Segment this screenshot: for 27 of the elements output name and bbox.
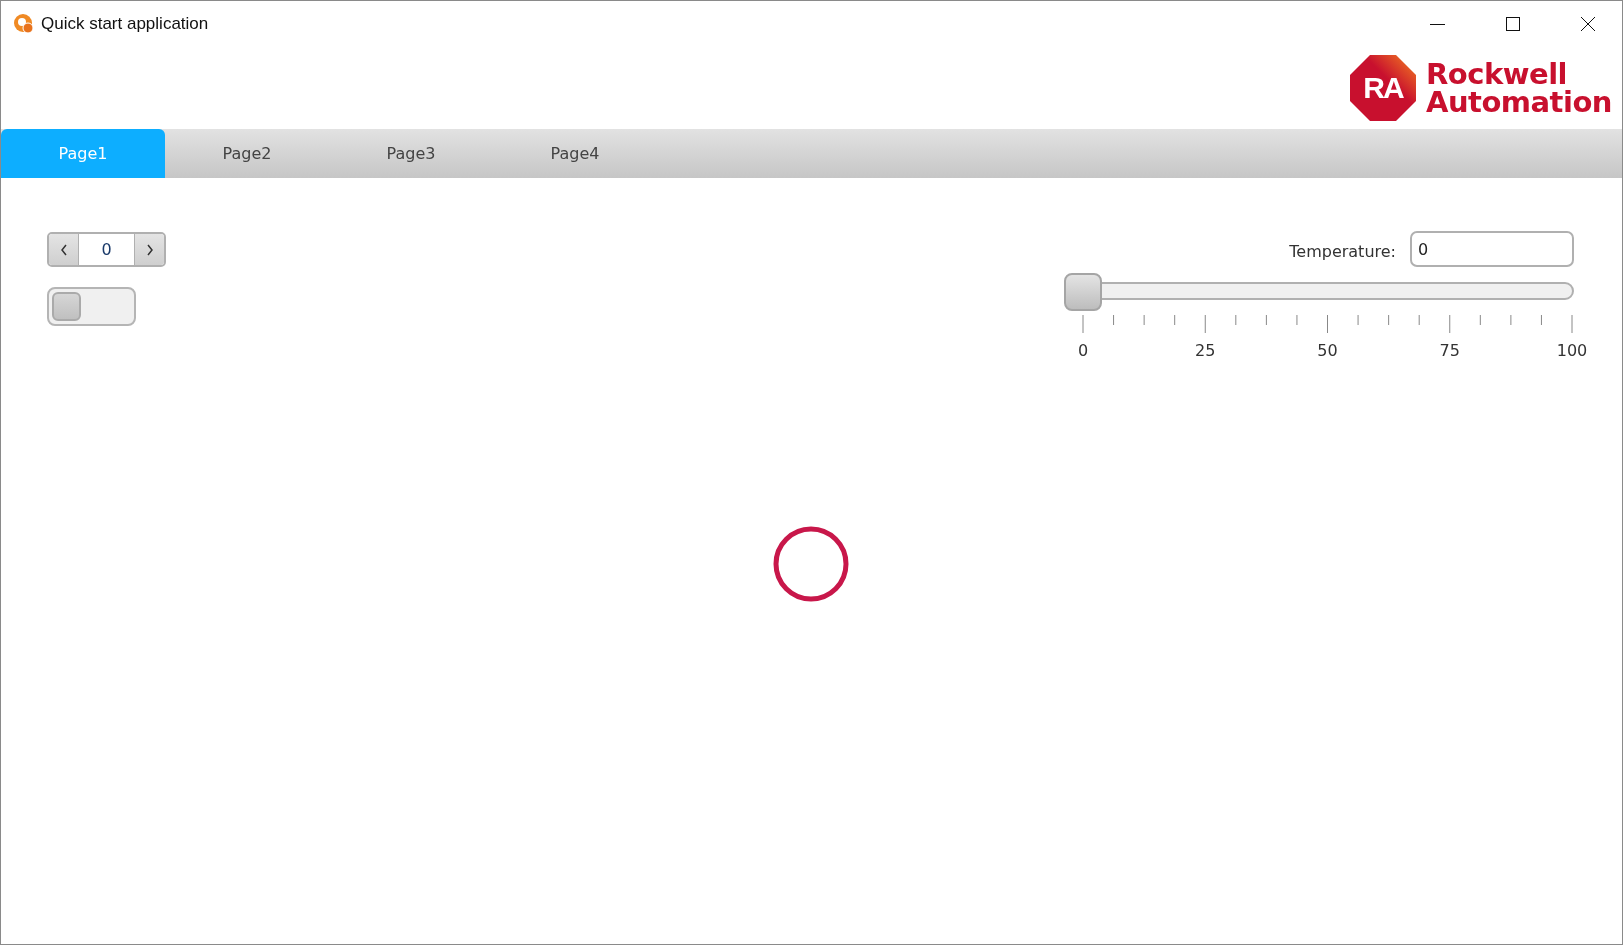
page-tab[interactable]: Page3 — [329, 129, 493, 178]
chevron-left-icon — [58, 242, 69, 257]
tick-label: 75 — [1439, 341, 1460, 360]
close-icon — [1579, 16, 1596, 32]
logo-text: Automation — [1425, 88, 1612, 116]
temperature-field[interactable]: 0 — [1410, 231, 1574, 267]
tick-label: 25 — [1195, 341, 1216, 360]
logo-badge: RA — [1347, 53, 1418, 123]
logo-text: Rockwell — [1425, 60, 1568, 88]
chevron-right-icon — [144, 242, 155, 257]
number-spinner[interactable]: 0 — [47, 232, 166, 267]
toggle-switch[interactable] — [47, 287, 136, 326]
slider-track[interactable] — [1064, 273, 1574, 311]
app-icon — [13, 13, 35, 35]
temperature-label: Temperature: — [1289, 242, 1396, 261]
page-tab[interactable]: Page4 — [493, 129, 657, 178]
slider-thumb[interactable] — [1064, 273, 1102, 311]
tick-label: 0 — [1077, 341, 1089, 360]
decrement-button[interactable] — [49, 234, 78, 265]
tick-label: 100 — [1556, 341, 1588, 360]
window-title: Quick start application — [41, 14, 210, 34]
page-tab[interactable]: Page2 — [165, 129, 329, 178]
tick-label: 50 — [1317, 341, 1338, 360]
increment-button[interactable] — [135, 234, 164, 265]
minimize-icon — [1430, 23, 1445, 25]
maximize-icon — [1504, 16, 1521, 32]
spinner-value: 0 — [78, 234, 135, 265]
